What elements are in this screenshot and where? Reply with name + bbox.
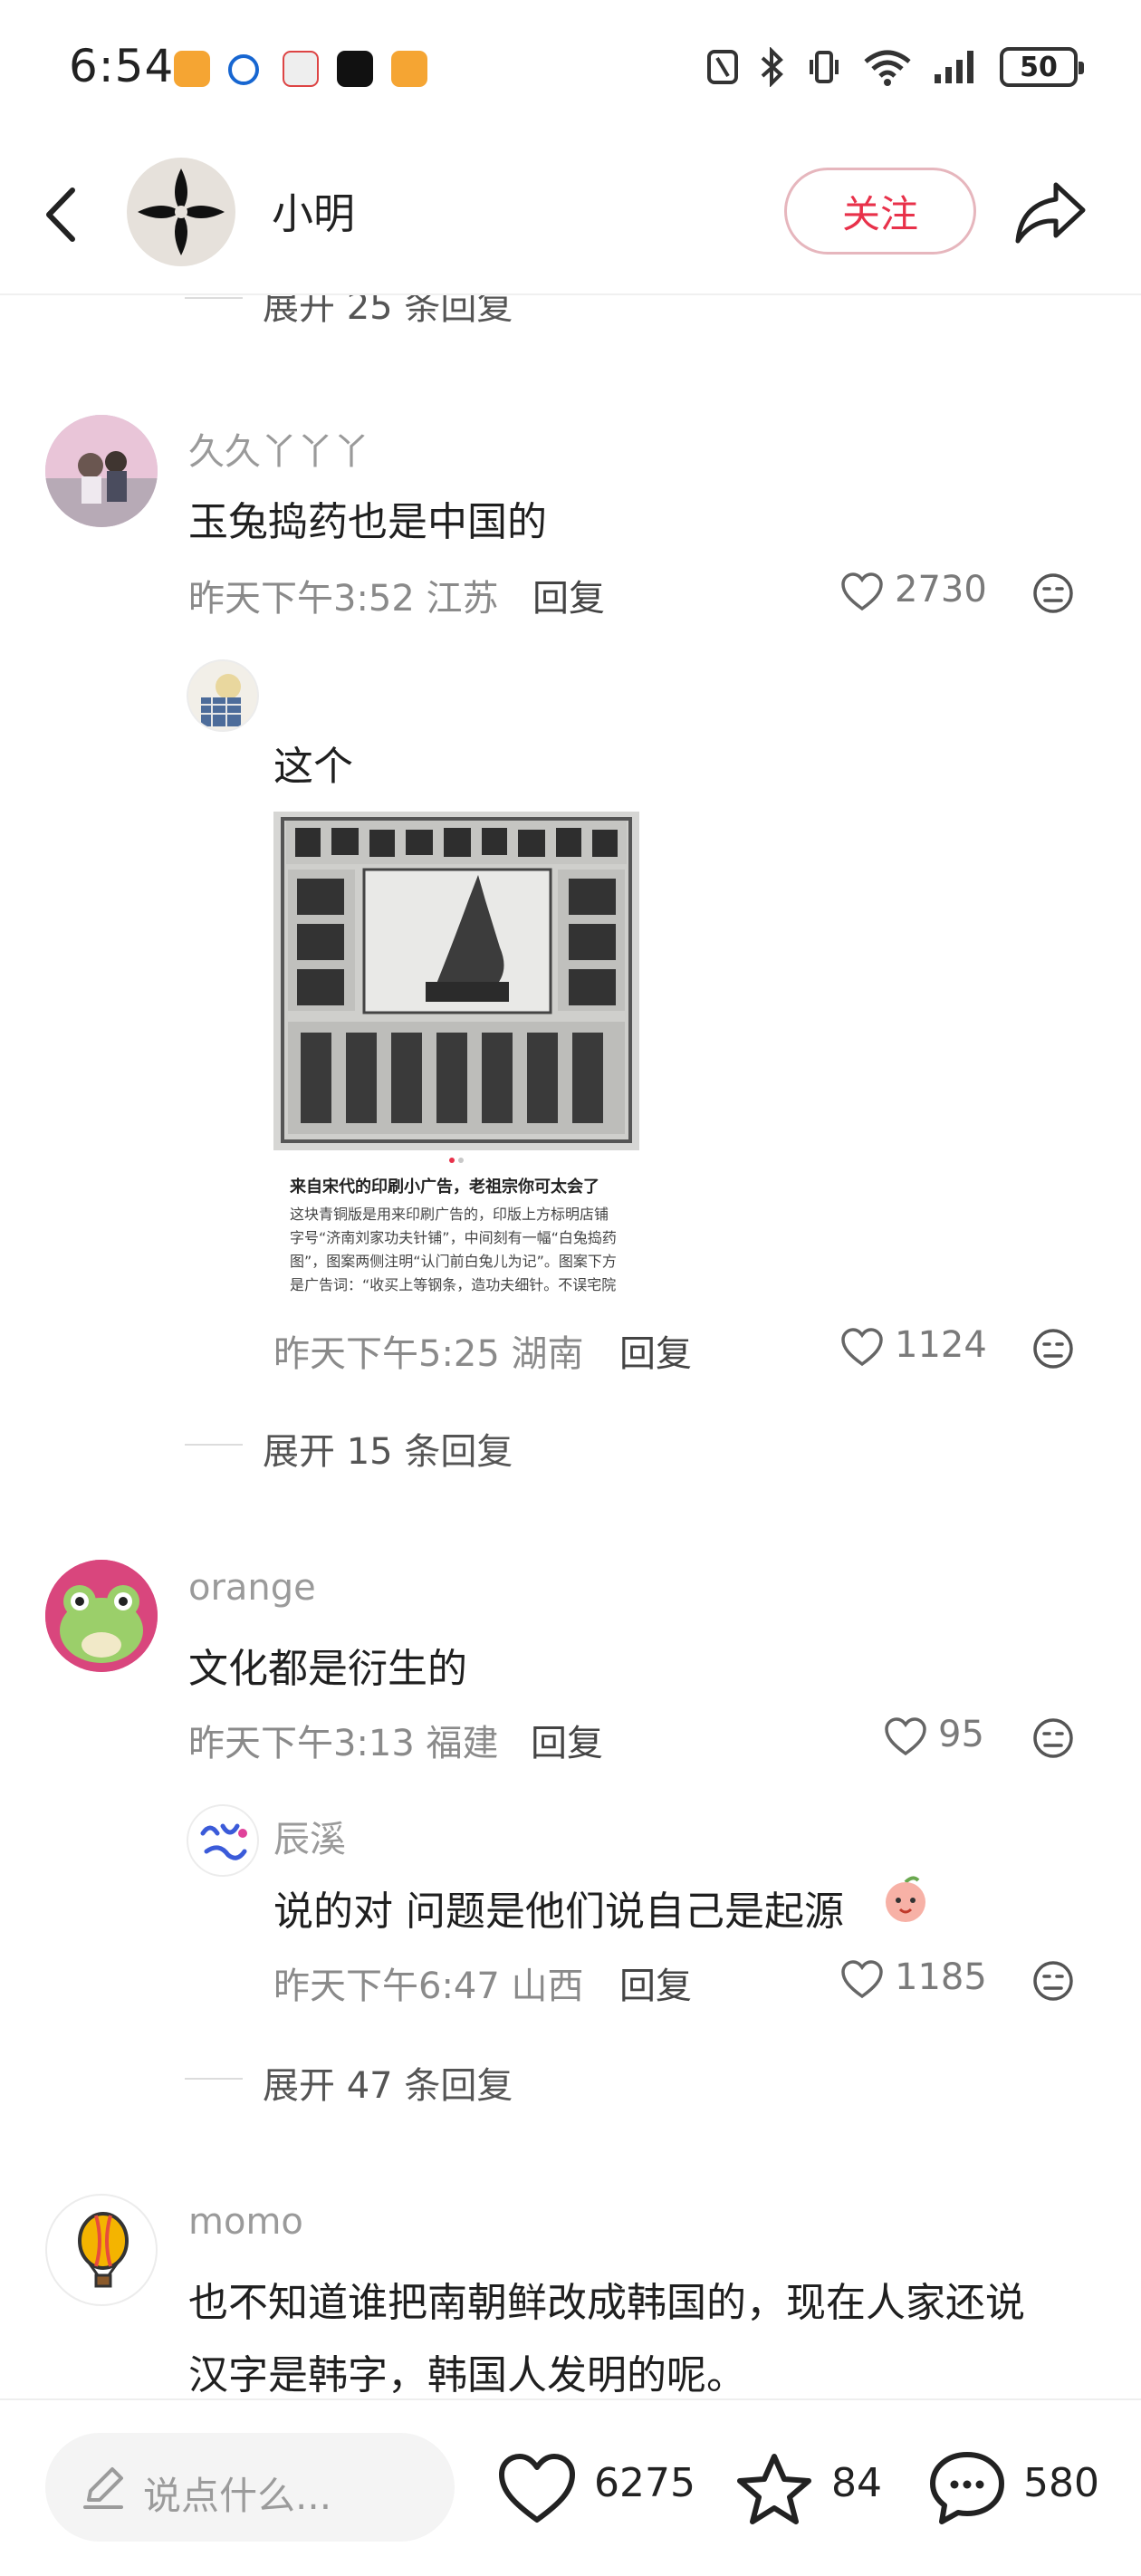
image-caption-title: 来自宋代的印刷小广告，老祖宗你可太会了 (290, 1177, 599, 1197)
post-favorite-count: 84 (831, 2460, 882, 2506)
comment-input[interactable]: 说点什么... (45, 2433, 455, 2542)
carousel-dot (458, 1158, 464, 1163)
image-caption-body: 这块青铜版是用来印刷广告的，印版上方标明店铺 字号“济南刘家功夫针铺”，中间刻有… (290, 1206, 617, 1293)
follow-button[interactable]: 关注 (784, 168, 976, 255)
comment-meta: 昨天下午3:13 福建 (188, 1723, 499, 1764)
dislike-face-icon[interactable] (1032, 572, 1074, 614)
heart-icon[interactable] (840, 572, 884, 612)
bronze-plate-rubbing-image (273, 812, 639, 1150)
comment-list: 展开 25 条回复 久久丫丫丫 玉兔捣药也是中国的 昨天下午3:52 江苏 回复… (0, 0, 1141, 2576)
divider-line (185, 2078, 243, 2080)
replier-avatar[interactable] (187, 659, 259, 732)
post-like-count: 6275 (594, 2460, 695, 2506)
reply-button[interactable]: 回复 (531, 1714, 603, 1766)
reply-text: 说的对 问题是他们说自己是起源 (273, 1889, 844, 1935)
comment-text-line: 汉字是韩字，韩国人发明的呢。 (188, 2352, 746, 2398)
comment-text: 玉兔捣药也是中国的 (188, 499, 547, 545)
star-icon[interactable] (735, 2451, 813, 2527)
commenter-avatar[interactable] (45, 2194, 158, 2306)
bottom-action-bar: 说点什么... 6275 84 580 (0, 2398, 1141, 2576)
commenter-name[interactable]: orange (188, 1567, 316, 1609)
comment-meta: 昨天下午3:52 江苏 (188, 578, 499, 620)
comment-input-placeholder: 说点什么... (143, 2474, 332, 2518)
commenter-name[interactable]: momo (188, 2201, 303, 2243)
dislike-face-icon[interactable] (1032, 1717, 1074, 1759)
avatar-logo-image (200, 1823, 247, 1860)
reply-image[interactable]: 来自宋代的印刷小广告，老祖宗你可太会了 这块青铜版是用来印刷广告的，印版上方标明… (273, 812, 639, 1306)
hot-air-balloon-avatar (78, 2212, 129, 2288)
peach-emoji-icon (886, 1876, 925, 1922)
carousel-dot-active (449, 1158, 455, 1163)
commenter-avatar[interactable] (45, 1560, 158, 1672)
like-count: 1124 (895, 1324, 987, 1366)
heart-icon[interactable] (840, 1960, 884, 2000)
replier-avatar[interactable] (187, 1804, 259, 1877)
like-count: 95 (938, 1714, 984, 1755)
share-icon[interactable] (1012, 178, 1088, 248)
expand-replies-button[interactable]: 展开 47 条回复 (263, 2056, 513, 2109)
avatar-logo-image (138, 168, 225, 255)
comment-text: 文化都是衍生的 (188, 1646, 467, 1692)
reply-button[interactable]: 回复 (619, 1956, 692, 2009)
top-nav-bar: 小明 关注 (0, 136, 1141, 295)
avatar-photo (201, 674, 241, 726)
pencil-icon (83, 2467, 123, 2509)
like-count: 1185 (895, 1956, 987, 1998)
commenter-avatar[interactable] (45, 415, 158, 527)
comment-text-line: 也不知道谁把南朝鲜改成韩国的，现在人家还说 (188, 2280, 1025, 2326)
avatar-photo (45, 415, 158, 527)
dislike-face-icon[interactable] (1032, 1328, 1074, 1370)
heart-icon[interactable] (498, 2453, 576, 2525)
post-comment-count: 580 (1023, 2460, 1099, 2506)
commenter-name[interactable]: 久久丫丫丫 (188, 422, 369, 475)
heart-icon[interactable] (884, 1717, 927, 1757)
divider-line (185, 297, 243, 299)
author-avatar[interactable] (127, 158, 235, 266)
reply-meta: 昨天下午6:47 山西 (273, 1966, 584, 2007)
reply-meta: 昨天下午5:25 湖南 (273, 1333, 584, 1375)
reply-text: 这个 (273, 744, 353, 790)
reply-button[interactable]: 回复 (619, 1324, 692, 1377)
expand-replies-button[interactable]: 展开 15 条回复 (263, 1422, 513, 1475)
reply-button[interactable]: 回复 (532, 569, 605, 621)
replier-name[interactable]: 辰溪 (273, 1810, 346, 1862)
divider-line (185, 1444, 243, 1446)
like-count: 2730 (895, 569, 987, 610)
chat-bubble-icon[interactable] (927, 2449, 1007, 2527)
back-arrow-icon[interactable] (36, 183, 91, 246)
author-name[interactable]: 小明 (272, 181, 355, 241)
heart-icon[interactable] (840, 1328, 884, 1368)
dislike-face-icon[interactable] (1032, 1960, 1074, 2002)
avatar-photo (45, 1560, 158, 1672)
